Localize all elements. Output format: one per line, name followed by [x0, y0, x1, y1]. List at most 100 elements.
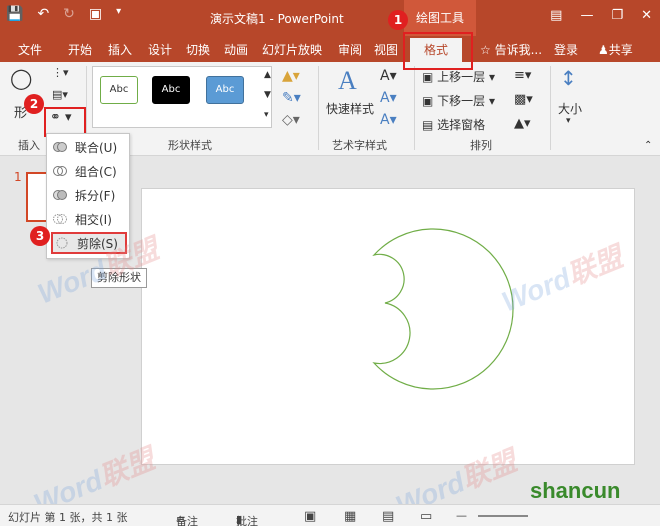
- shapes-gallery-icon[interactable]: ◯: [10, 66, 32, 90]
- quick-styles-button[interactable]: 快速样式: [326, 100, 374, 117]
- separator: [318, 66, 319, 150]
- size-dropdown-icon[interactable]: ▾: [566, 116, 571, 126]
- slide-canvas[interactable]: [141, 188, 635, 465]
- insert-shapes-group-label: 插入: [18, 139, 40, 152]
- save-icon[interactable]: 💾: [6, 6, 23, 22]
- gallery-more-icon[interactable]: ▾: [264, 110, 269, 120]
- zoom-out-icon[interactable]: —: [456, 509, 467, 522]
- comments-label: 批注: [236, 515, 258, 526]
- tab-design[interactable]: 设计: [148, 41, 172, 58]
- selection-pane-button[interactable]: ▤ 选择窗格: [422, 116, 485, 133]
- send-backward-icon: ▣: [422, 94, 434, 108]
- separator: [414, 66, 415, 150]
- lightbulb-icon: ☆: [480, 43, 491, 57]
- textbox-icon[interactable]: ▤▾: [52, 88, 68, 101]
- text-outline-icon[interactable]: A▾: [380, 90, 397, 106]
- rotate-icon[interactable]: ▲▾: [514, 116, 531, 131]
- tab-insert[interactable]: 插入: [108, 41, 132, 58]
- shape-style-thumbnail[interactable]: Abc: [206, 76, 244, 104]
- arrange-group-label: 排列: [470, 139, 492, 152]
- slide-count-status: 幻灯片 第 1 张，共 1 张: [8, 511, 128, 524]
- shape-style-thumbnail[interactable]: Abc: [152, 76, 190, 104]
- tell-me-label: 告诉我...: [494, 43, 543, 57]
- tab-home[interactable]: 开始: [68, 41, 92, 58]
- login-link[interactable]: 登录: [554, 41, 578, 58]
- size-icon[interactable]: ↕: [560, 66, 577, 90]
- restore-icon[interactable]: ❐: [611, 8, 623, 23]
- menu-item-fragment[interactable]: 拆分(F): [51, 184, 127, 206]
- slide-number: 1: [14, 170, 22, 184]
- menu-item-label: 组合(C): [75, 164, 117, 179]
- quick-access-toolbar: 💾 ↶ ↻ ▣ ▾: [6, 6, 121, 22]
- customize-qat-icon[interactable]: ▾: [116, 6, 121, 22]
- align-icon[interactable]: ≡▾: [514, 68, 531, 83]
- person-icon: ♟: [598, 43, 609, 57]
- menu-item-intersect[interactable]: 相交(I): [51, 208, 127, 230]
- menu-item-union[interactable]: 联合(U): [51, 136, 127, 158]
- callout-highlight-format-tab: [403, 32, 473, 70]
- selection-pane-label: 选择窗格: [437, 118, 486, 132]
- gallery-scroll-down-icon[interactable]: ▼: [264, 90, 271, 100]
- minimize-icon[interactable]: —: [580, 8, 593, 23]
- shancun-logo: shancun: [530, 478, 620, 504]
- group-icon[interactable]: ▩▾: [514, 92, 533, 107]
- tab-animations[interactable]: 动画: [224, 41, 248, 58]
- notes-label: 备注: [176, 515, 198, 526]
- ribbon-display-icon[interactable]: ▤: [550, 8, 562, 23]
- callout-badge-2: 2: [24, 94, 44, 114]
- quick-styles-icon[interactable]: A: [338, 66, 357, 96]
- normal-view-icon[interactable]: ▣: [304, 509, 316, 524]
- tab-file[interactable]: 文件: [18, 41, 42, 58]
- bring-forward-label: 上移一层: [437, 70, 486, 84]
- menu-item-label: 拆分(F): [75, 188, 116, 203]
- intersect-icon: [53, 214, 67, 224]
- shape-styles-group-label: 形状样式: [168, 139, 212, 152]
- menu-item-combine[interactable]: 组合(C): [51, 160, 127, 182]
- present-from-start-icon[interactable]: ▣: [89, 6, 102, 22]
- tab-review[interactable]: 审阅: [338, 41, 362, 58]
- callout-badge-1: 1: [388, 10, 408, 30]
- union-icon: [53, 142, 67, 152]
- ribbon-tabs: 文件 开始 插入 设计 切换 动画 幻灯片放映 审阅 视图 格式 ☆ 告诉我..…: [0, 36, 660, 62]
- tab-view[interactable]: 视图: [374, 41, 398, 58]
- gallery-scroll-up-icon[interactable]: ▲: [264, 70, 271, 80]
- collapse-ribbon-icon[interactable]: ⌃: [644, 140, 652, 151]
- shape-fill-icon[interactable]: ▲▾: [282, 68, 300, 84]
- status-bar: 幻灯片 第 1 张，共 1 张 ≡ 备注 ▮ 批注 ▣ ▦ ▤ ▭ —: [0, 504, 660, 526]
- drawing-tools-context-label: 绘图工具: [404, 0, 476, 36]
- bring-forward-button[interactable]: ▣ 上移一层 ▾: [422, 68, 495, 85]
- menu-item-label: 联合(U): [75, 140, 118, 155]
- callout-badge-3: 3: [30, 226, 50, 246]
- send-backward-label: 下移一层: [437, 94, 486, 108]
- size-button[interactable]: 大小: [558, 100, 582, 117]
- subtracted-circle-shape[interactable]: [142, 189, 636, 466]
- redo-icon[interactable]: ↻: [63, 6, 75, 22]
- wordart-group-label: 艺术字样式: [332, 139, 387, 152]
- send-backward-button[interactable]: ▣ 下移一层 ▾: [422, 92, 495, 109]
- undo-icon[interactable]: ↶: [37, 6, 49, 22]
- shancun-logo-text: shancun: [530, 478, 621, 503]
- slideshow-view-icon[interactable]: ▭: [420, 509, 432, 524]
- combine-icon: [53, 166, 67, 176]
- shape-effects-icon[interactable]: ◇▾: [282, 112, 300, 128]
- tell-me-search[interactable]: ☆ 告诉我...: [480, 41, 542, 58]
- slide-sorter-icon[interactable]: ▦: [344, 509, 356, 524]
- shape-style-thumbnail[interactable]: Abc: [100, 76, 138, 104]
- share-button[interactable]: ♟共享: [598, 41, 633, 58]
- subtract-icon: [56, 237, 68, 249]
- close-icon[interactable]: ✕: [641, 8, 652, 23]
- tab-slideshow[interactable]: 幻灯片放映: [262, 41, 322, 58]
- text-fill-icon[interactable]: A▾: [380, 68, 397, 84]
- edit-points-icon[interactable]: ⋮▾: [52, 66, 69, 79]
- bring-forward-icon: ▣: [422, 70, 434, 84]
- tab-transitions[interactable]: 切换: [186, 41, 210, 58]
- separator: [550, 66, 551, 150]
- zoom-slider[interactable]: [478, 515, 528, 517]
- selection-pane-icon: ▤: [422, 118, 434, 132]
- text-effects-icon[interactable]: A▾: [380, 112, 397, 128]
- shape-outline-icon[interactable]: ✎▾: [282, 90, 301, 106]
- title-bar: 💾 ↶ ↻ ▣ ▾ 演示文稿1 - PowerPoint 绘图工具 ▤ — ❐ …: [0, 0, 660, 36]
- share-label: 共享: [608, 43, 633, 57]
- window-buttons: ▤ — ❐ ✕: [550, 8, 652, 23]
- reading-view-icon[interactable]: ▤: [382, 509, 394, 524]
